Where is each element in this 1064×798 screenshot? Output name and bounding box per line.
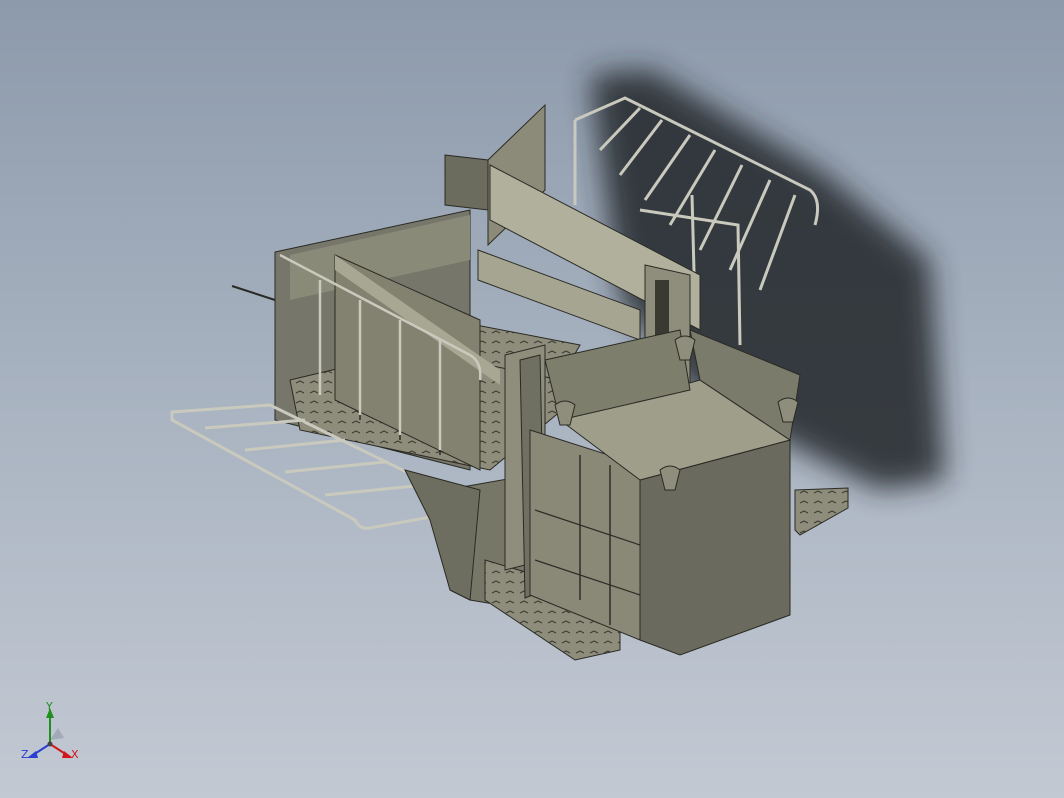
triad-y-label: Y	[46, 700, 53, 713]
cad-viewport[interactable]: Y Z X	[0, 0, 1064, 798]
triad-z-label: Z	[21, 748, 29, 761]
orientation-triad[interactable]: Y Z X	[18, 700, 88, 770]
right-crate	[529, 329, 801, 656]
triad-x-label: X	[71, 748, 79, 761]
3d-model-view[interactable]	[0, 0, 1064, 798]
right-step	[794, 487, 849, 536]
